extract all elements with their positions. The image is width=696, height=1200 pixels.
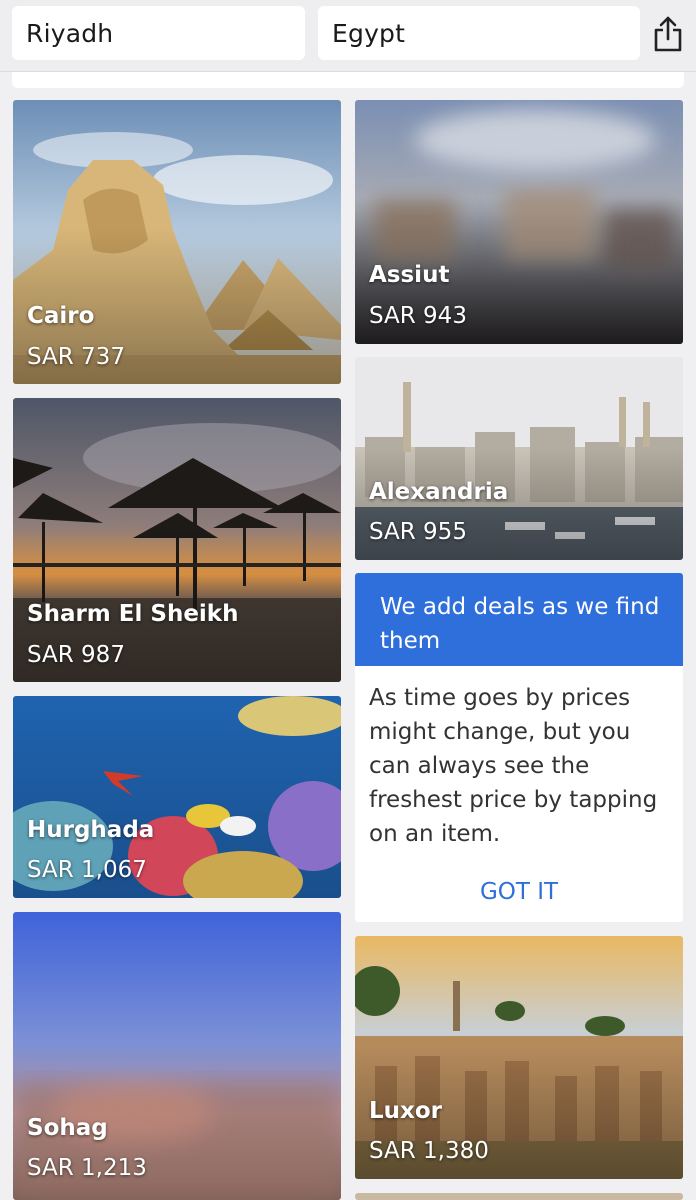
origin-field[interactable]: Riyadh <box>12 6 305 60</box>
destination-card-alexandria[interactable]: Alexandria SAR 955 <box>355 357 683 560</box>
card-price: SAR 1,213 <box>27 1155 147 1181</box>
destination-card-sharm-el-sheikh[interactable]: Sharm El Sheikh SAR 987 <box>13 398 341 682</box>
card-city: Assiut <box>369 262 450 288</box>
card-price: SAR 943 <box>369 303 467 329</box>
destination-card-sohag[interactable]: Sohag SAR 1,213 <box>13 912 341 1200</box>
destination-field[interactable]: Egypt <box>318 6 640 60</box>
card-city: Alexandria <box>369 479 509 505</box>
search-bar: Riyadh Egypt <box>0 0 696 72</box>
card-price: SAR 1,067 <box>27 857 147 883</box>
destination-card-assiut[interactable]: Assiut SAR 943 <box>355 100 683 344</box>
tip-title: We add deals as we find them <box>355 573 683 666</box>
card-price: SAR 1,380 <box>369 1138 489 1164</box>
card-price: SAR 955 <box>369 519 467 545</box>
card-price: SAR 737 <box>27 344 125 370</box>
card-price: SAR 987 <box>27 642 125 668</box>
deals-tip-card: We add deals as we find them As time goe… <box>355 573 683 922</box>
got-it-button[interactable]: GOT IT <box>355 879 683 905</box>
share-button[interactable] <box>648 14 688 58</box>
destination-card-hurghada[interactable]: Hurghada SAR 1,067 <box>13 696 341 898</box>
card-city: Sohag <box>27 1115 108 1141</box>
card-city: Luxor <box>369 1098 443 1124</box>
destination-card-partial[interactable] <box>355 1193 683 1200</box>
card-city: Cairo <box>27 303 95 329</box>
tip-body: As time goes by prices might change, but… <box>369 685 658 847</box>
card-city: Sharm El Sheikh <box>27 601 239 627</box>
filter-strip <box>12 72 684 88</box>
card-city: Hurghada <box>27 817 155 843</box>
share-icon <box>652 15 684 57</box>
destination-card-luxor[interactable]: Luxor SAR 1,380 <box>355 936 683 1179</box>
destination-card-cairo[interactable]: Cairo SAR 737 <box>13 100 341 384</box>
